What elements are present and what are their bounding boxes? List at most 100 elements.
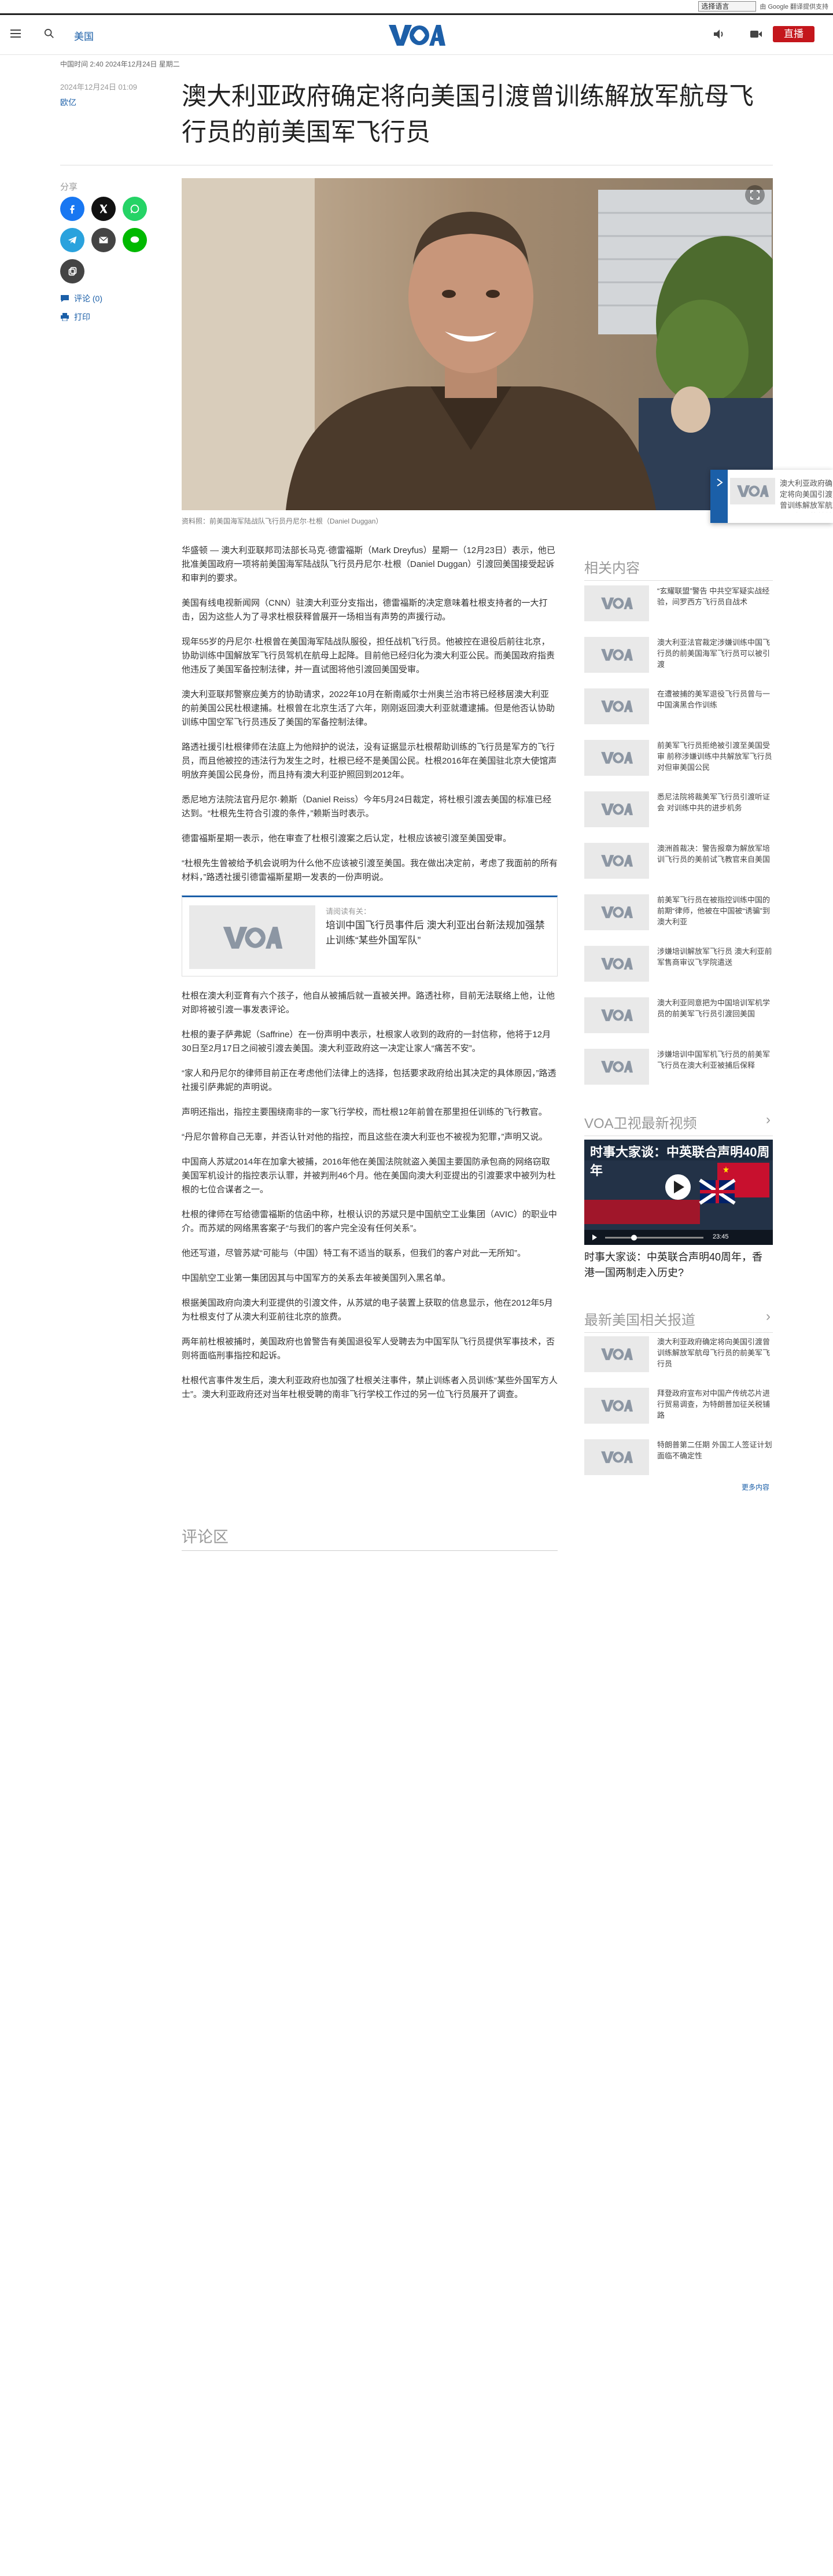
whatsapp-share-button[interactable] bbox=[123, 197, 147, 221]
voa-placeholder-icon bbox=[601, 906, 633, 919]
sticky-promo-card[interactable]: 澳大利亚政府确定将向美国引渡曾训练解放军航母飞行员的前美军飞行员 bbox=[710, 470, 833, 523]
list-item-title[interactable]: 特朗普第二任期 外国工人签证计划面临不确定性 bbox=[657, 1439, 773, 1461]
paragraph: 现年55岁的丹尼尔·杜根曾在美国海军陆战队服役，担任战机飞行员。他被控在退役后前… bbox=[182, 637, 555, 675]
list-item[interactable]: 澳洲首裁决：警告报章为解放军培训飞行员的美前试飞教官来自美国 bbox=[584, 843, 773, 883]
list-item-title[interactable]: 涉嫌培训解放军飞行员 澳大利亚前军售商审议飞学院遣送 bbox=[657, 946, 773, 968]
promo-thumbnail bbox=[730, 478, 775, 504]
promo-arrow-icon[interactable] bbox=[713, 470, 728, 523]
list-item-title[interactable]: “玄耀联盟”警告 中共空军疑实战经验，间罗西方飞行员自战术 bbox=[657, 585, 773, 607]
list-item-thumbnail bbox=[584, 1439, 649, 1475]
chevron-right-icon: › bbox=[766, 1309, 771, 1324]
list-item-title[interactable]: 拜登政府宣布对中国产传统芯片进行贸易调查，为特朗普加征关税铺路 bbox=[657, 1388, 773, 1421]
list-item[interactable]: 澳大利亚同意把为中国培训军机学员的前美军飞行员引渡回美国 bbox=[584, 997, 773, 1038]
telegram-share-button[interactable] bbox=[60, 228, 84, 252]
paragraph: 悉尼地方法院法官丹尼尔·赖斯（Daniel Reiss）今年5月24日裁定，将杜… bbox=[182, 795, 552, 819]
list-item-title[interactable]: 澳大利亚同意把为中国培训军机学员的前美军飞行员引渡回美国 bbox=[657, 997, 773, 1019]
print-link[interactable]: 打印 bbox=[60, 311, 90, 323]
publish-date: 2024年12月24日 01:09 bbox=[60, 83, 137, 91]
list-item-title[interactable]: 前美军飞行员在被指控训练中国的前期“律师，他被在中国被“诱骗”到澳大利亚 bbox=[657, 894, 773, 927]
updated-time: 中国时间 2:40 2024年12月24日 星期二 bbox=[60, 60, 180, 68]
voa-placeholder-icon bbox=[601, 597, 633, 610]
list-item[interactable]: 澳大利亚政府确定将向美国引渡曾训练解放军航母飞行员的前美军飞行员 bbox=[584, 1336, 773, 1377]
x-icon bbox=[99, 204, 108, 213]
list-item-title[interactable]: 涉嫌培训中国军机飞行员的前美军飞行员在澳大利亚被捕后保释 bbox=[657, 1049, 773, 1071]
voa-placeholder-icon bbox=[601, 700, 633, 713]
live-button[interactable]: 直播 bbox=[773, 26, 814, 42]
menu-icon[interactable] bbox=[10, 30, 21, 38]
list-item-thumbnail bbox=[584, 997, 649, 1033]
translate-powered-by: 由 Google 翻译提供支持 bbox=[760, 3, 828, 10]
author-link[interactable]: 欧亿 bbox=[60, 97, 76, 108]
copy-link-button[interactable] bbox=[60, 259, 84, 283]
chevron-right-icon: › bbox=[766, 1112, 771, 1127]
paragraph: “丹尼尔曾称自己无辜，并否认针对他的指控，而且这些在澳大利亚也不被视为犯罪，”声… bbox=[182, 1132, 548, 1142]
voa-placeholder-icon bbox=[601, 803, 633, 816]
list-item[interactable]: 前美军飞行员拒绝被引渡至美国受审 前称涉嫌训练中共解放军飞行员对但审美国公民 bbox=[584, 740, 773, 780]
list-item-title[interactable]: 澳大利亚政府确定将向美国引渡曾训练解放军航母飞行员的前美军飞行员 bbox=[657, 1336, 773, 1369]
related-heading-label: 相关内容 bbox=[584, 561, 640, 576]
list-item-thumbnail bbox=[584, 1336, 649, 1372]
voa-placeholder-icon bbox=[601, 751, 633, 764]
paragraph: 杜根在澳大利亚育有六个孩子，他自从被捕后就一直被关押。路透社称，目前无法联络上他… bbox=[182, 991, 555, 1015]
list-item[interactable]: 特朗普第二任期 外国工人签证计划面临不确定性 bbox=[584, 1439, 773, 1480]
portrait-photo bbox=[182, 178, 773, 510]
voa-placeholder-icon bbox=[601, 1399, 633, 1412]
list-item[interactable]: 涉嫌培训解放军飞行员 澳大利亚前军售商审议飞学院遣送 bbox=[584, 946, 773, 986]
language-select[interactable]: 选择语言 bbox=[698, 1, 757, 12]
facebook-share-button[interactable] bbox=[60, 197, 84, 221]
voa-logo[interactable] bbox=[388, 23, 445, 48]
video-caption[interactable]: 时事大家谈：中英联合声明40周年，香港一国两制走入历史? bbox=[584, 1250, 773, 1281]
voa-placeholder-icon bbox=[601, 1060, 633, 1073]
latest-heading[interactable]: 最新美国相关报道 › bbox=[584, 1309, 773, 1333]
list-item-thumbnail bbox=[584, 1049, 649, 1085]
inline-related-card[interactable]: 请阅读有关： 培训中国飞行员事件后 澳大利亚出台新法规加强禁止训练“某些外国军队… bbox=[182, 895, 558, 976]
image-caption: 资料照：前美国海军陆战队飞行员丹尼尔·杜根（Daniel Duggan） bbox=[182, 517, 383, 525]
list-item-thumbnail bbox=[584, 1388, 649, 1424]
voa-placeholder-icon bbox=[601, 1348, 633, 1361]
paragraph: “家人和丹尼尔的律师目前正在考虑他们法律上的选择，包括要求政府给出其决定的具体原… bbox=[182, 1068, 556, 1092]
list-item[interactable]: 澳大利亚法官裁定涉嫌训练中国飞行员的前美国海军飞行员可以被引渡 bbox=[584, 637, 773, 677]
video-thumbnail[interactable]: 时事大家谈：中英联合声明40周年 23:45 bbox=[584, 1140, 773, 1245]
audio-icon[interactable] bbox=[713, 28, 725, 40]
paragraph: 杜根的妻子萨弗妮（Saffrine）在一份声明中表示，杜根家人收到的政府的一封信… bbox=[182, 1030, 551, 1053]
copy-icon bbox=[68, 267, 77, 276]
paragraph: 根据美国政府向澳大利亚提供的引渡文件，从苏斌的电子装置上获取的信息显示，他在20… bbox=[182, 1298, 553, 1322]
x-share-button[interactable] bbox=[91, 197, 116, 221]
video-icon[interactable] bbox=[750, 30, 762, 39]
list-item-title[interactable]: 前美军飞行员拒绝被引渡至美国受审 前称涉嫌训练中共解放军飞行员对但审美国公民 bbox=[657, 740, 773, 773]
paragraph: 中国航空工业第一集团因其与中国军方的关系去年被美国列入黑名单。 bbox=[182, 1273, 451, 1283]
video-heading[interactable]: VOA卫视最新视频 › bbox=[584, 1112, 773, 1136]
list-item[interactable]: 涉嫌培训中国军机飞行员的前美军飞行员在澳大利亚被捕后保释 bbox=[584, 1049, 773, 1089]
email-icon bbox=[99, 236, 108, 244]
print-icon bbox=[61, 313, 69, 321]
more-content-link[interactable]: 更多内容 bbox=[742, 1482, 769, 1492]
promo-title: 澳大利亚政府确定将向美国引渡曾训练解放军航母飞行员的前美军飞行员 bbox=[780, 479, 833, 513]
search-icon[interactable] bbox=[44, 28, 54, 39]
comments-link-label: 评论 (0) bbox=[74, 294, 102, 303]
list-item[interactable]: 悉尼法院将裁美军飞行员引渡听证会 对训练中共的进步机务 bbox=[584, 791, 773, 832]
voa-placeholder-icon bbox=[601, 1009, 633, 1022]
list-item-thumbnail bbox=[584, 740, 649, 776]
latest-heading-label: 最新美国相关报道 bbox=[584, 1313, 695, 1328]
list-item-title[interactable]: 澳洲首裁决：警告报章为解放军培训飞行员的美前试飞教官来自美国 bbox=[657, 843, 773, 865]
list-item[interactable]: “玄耀联盟”警告 中共空军疑实战经验，间罗西方飞行员自战术 bbox=[584, 585, 773, 626]
list-item-thumbnail bbox=[584, 585, 649, 621]
list-item-thumbnail bbox=[584, 894, 649, 930]
video-heading-label: VOA卫视最新视频 bbox=[584, 1116, 697, 1132]
list-item[interactable]: 在遭被捕的美军退役飞行员曾与一中国演黑合作训练 bbox=[584, 688, 773, 729]
comments-link[interactable]: 评论 (0) bbox=[60, 293, 102, 304]
related-title[interactable]: 培训中国飞行员事件后 澳大利亚出台新法规加强禁止训练“某些外国军队” bbox=[326, 918, 551, 948]
list-item[interactable]: 拜登政府宣布对中国产传统芯片进行贸易调查，为特朗普加征关税铺路 bbox=[584, 1388, 773, 1428]
list-item-title[interactable]: 澳大利亚法官裁定涉嫌训练中国飞行员的前美国海军飞行员可以被引渡 bbox=[657, 637, 773, 670]
translate-bar: 选择语言 由 Google 翻译提供支持 bbox=[0, 0, 833, 15]
list-item[interactable]: 前美军飞行员在被指控训练中国的前期“律师，他被在中国被“诱骗”到澳大利亚 bbox=[584, 894, 773, 935]
paragraph: 杜根的律师在写给德雷福斯的信函中称，杜根认识的苏斌只是中国航空工业集团（AVIC… bbox=[182, 1210, 557, 1233]
video-duration: 23:45 bbox=[713, 1233, 729, 1240]
list-item-title[interactable]: 悉尼法院将裁美军飞行员引渡听证会 对训练中共的进步机务 bbox=[657, 791, 773, 813]
list-item-title[interactable]: 在遭被捕的美军退役飞行员曾与一中国演黑合作训练 bbox=[657, 688, 773, 710]
list-item-thumbnail bbox=[584, 843, 649, 879]
email-share-button[interactable] bbox=[91, 228, 116, 252]
line-share-button[interactable] bbox=[123, 228, 147, 252]
expand-icon[interactable] bbox=[745, 185, 765, 205]
section-link-us[interactable]: 美国 bbox=[74, 28, 94, 43]
